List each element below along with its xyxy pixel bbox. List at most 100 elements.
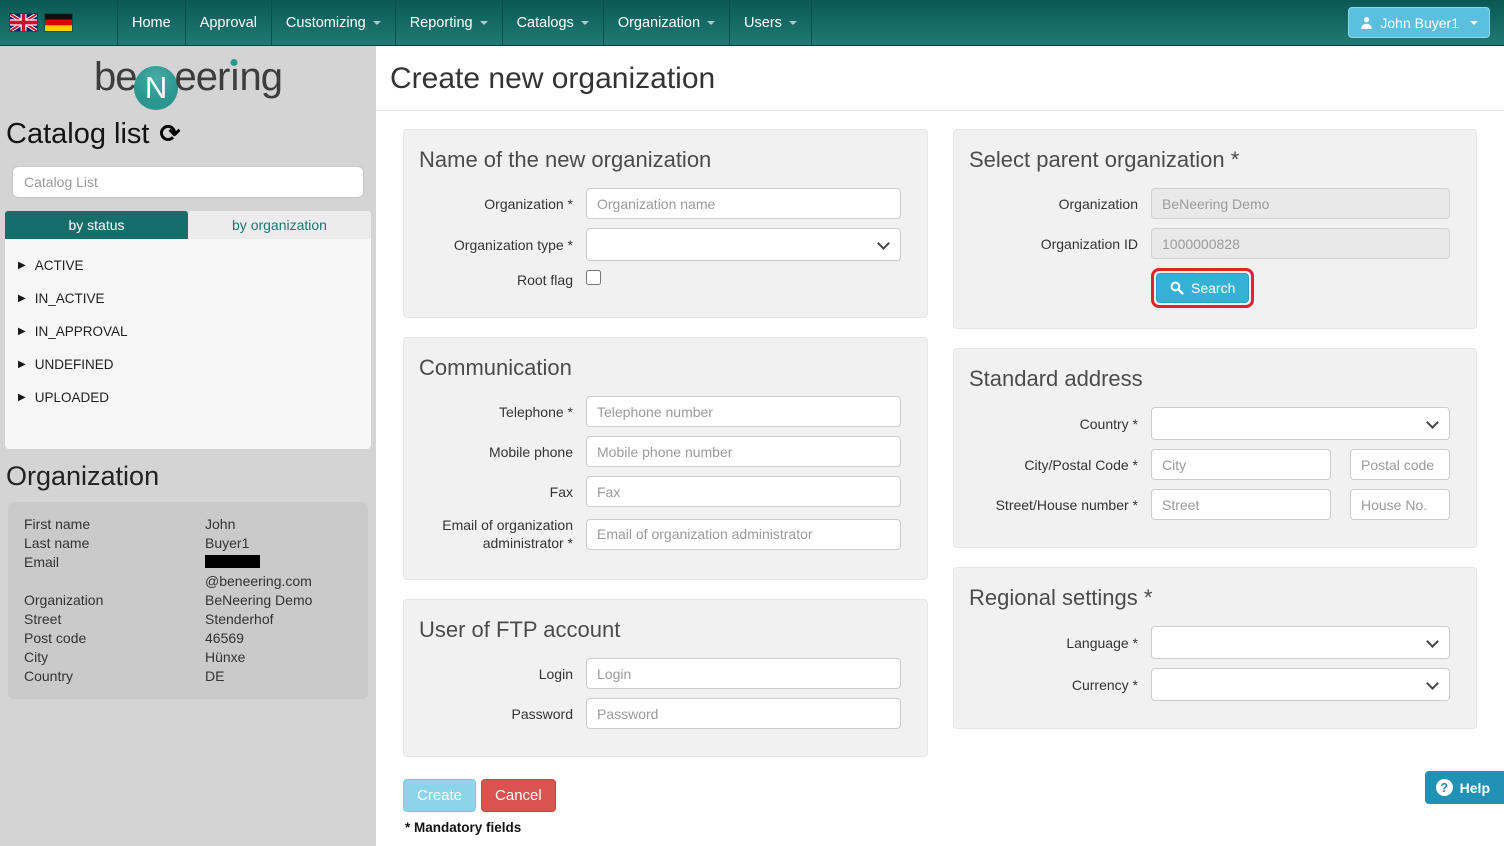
tab-by-status[interactable]: by status: [5, 211, 188, 239]
nav-item-label: Catalogs: [517, 15, 574, 31]
status-item-active[interactable]: ▶ACTIVE: [18, 258, 371, 273]
nav-item-users[interactable]: Users: [729, 0, 811, 45]
nav-item-label: Customizing: [286, 15, 366, 31]
user-name: John Buyer1: [1380, 15, 1459, 31]
country-select[interactable]: [1151, 407, 1450, 440]
nav-item-label: Approval: [200, 15, 257, 31]
organization-name-input[interactable]: [586, 188, 901, 219]
help-button[interactable]: ? Help: [1425, 771, 1504, 804]
postal-code-input[interactable]: [1350, 449, 1450, 480]
triangle-right-icon: ▶: [18, 392, 26, 403]
status-item-uploaded[interactable]: ▶UPLOADED: [18, 390, 371, 405]
triangle-right-icon: ▶: [18, 326, 26, 337]
city-postal-label: City/Postal Code *: [966, 456, 1151, 474]
nav-item-catalogs[interactable]: Catalogs: [502, 0, 603, 45]
telephone-input[interactable]: [586, 396, 901, 427]
main-menu: Home Approval Customizing Reporting Cata…: [117, 0, 812, 45]
organization-section-title: Organization: [0, 449, 376, 500]
organization-type-select[interactable]: [586, 228, 901, 261]
org-info-row: StreetStenderhof: [24, 610, 352, 629]
parent-org-id-input: [1151, 228, 1450, 259]
mobile-phone-input[interactable]: [586, 436, 901, 467]
parent-org-input: [1151, 188, 1450, 219]
org-info-row: CityHünxe: [24, 648, 352, 667]
fax-input[interactable]: [586, 476, 901, 507]
help-label: Help: [1460, 780, 1490, 796]
nav-item-reporting[interactable]: Reporting: [395, 0, 502, 45]
logo-text: eer: [175, 55, 230, 99]
nav-item-label: Reporting: [410, 15, 473, 31]
user-menu-button[interactable]: John Buyer1: [1348, 7, 1490, 38]
mandatory-fields-note: * Mandatory fields: [403, 820, 928, 835]
root-flag-label: Root flag: [416, 271, 586, 289]
admin-email-input[interactable]: [586, 519, 901, 550]
germany-flag-icon[interactable]: [45, 14, 72, 31]
standard-address-panel: Standard address Country * City/Postal C…: [953, 348, 1477, 548]
currency-label: Currency *: [966, 676, 1151, 694]
language-switcher: [0, 0, 117, 45]
chevron-down-icon: [581, 21, 589, 25]
logo-text: be: [94, 55, 137, 99]
user-icon: [1360, 16, 1373, 29]
triangle-right-icon: ▶: [18, 359, 26, 370]
house-number-input[interactable]: [1350, 489, 1450, 520]
catalog-search-input[interactable]: [12, 166, 364, 198]
nav-item-home[interactable]: Home: [117, 0, 185, 45]
status-item-in-active[interactable]: ▶IN_ACTIVE: [18, 291, 371, 306]
organization-info-panel: First nameJohn Last nameBuyer1 Email@ben…: [8, 502, 368, 699]
logo-text: ng: [239, 55, 282, 99]
catalog-list-title: Catalog list: [6, 118, 149, 151]
telephone-label: Telephone *: [416, 403, 586, 421]
section-title: Communication: [419, 355, 901, 381]
nav-item-customizing[interactable]: Customizing: [271, 0, 395, 45]
ftp-password-input[interactable]: [586, 698, 901, 729]
root-flag-checkbox[interactable]: [586, 270, 601, 285]
nav-item-label: Users: [744, 15, 782, 31]
nav-item-label: Home: [132, 15, 171, 31]
organization-name-label: Organization *: [416, 195, 586, 213]
section-title: Standard address: [969, 366, 1450, 392]
top-navbar: Home Approval Customizing Reporting Cata…: [0, 0, 1504, 46]
page-title: Create new organization: [390, 62, 1504, 96]
catalog-tabs: by status by organization: [5, 211, 371, 239]
beneering-logo: beNeerıng: [0, 46, 376, 110]
chevron-down-icon: [373, 21, 381, 25]
logo-i-dot: [231, 59, 238, 66]
tab-by-organization[interactable]: by organization: [188, 211, 371, 239]
org-info-row: First nameJohn: [24, 515, 352, 534]
org-info-row: OrganizationBeNeering Demo: [24, 591, 352, 610]
nav-item-approval[interactable]: Approval: [185, 0, 271, 45]
search-parent-org-button[interactable]: Search: [1156, 273, 1249, 303]
cancel-button[interactable]: Cancel: [481, 779, 556, 812]
org-info-row: Email@beneering.com: [24, 553, 352, 591]
org-info-row: Last nameBuyer1: [24, 534, 352, 553]
section-title: User of FTP account: [419, 617, 901, 643]
refresh-icon[interactable]: ⟳: [159, 122, 180, 147]
parent-org-label: Organization: [966, 195, 1151, 213]
org-info-row: Post code46569: [24, 629, 352, 648]
ftp-login-input[interactable]: [586, 658, 901, 689]
fax-label: Fax: [416, 483, 586, 501]
redacted-email: [205, 555, 260, 568]
chevron-down-icon: [707, 21, 715, 25]
ftp-password-label: Password: [416, 705, 586, 723]
status-item-in-approval[interactable]: ▶IN_APPROVAL: [18, 324, 371, 339]
ftp-account-panel: User of FTP account Login Password: [403, 599, 928, 757]
logo-text: ı: [229, 53, 239, 101]
ftp-login-label: Login: [416, 665, 586, 683]
street-input[interactable]: [1151, 489, 1331, 520]
nav-item-organization[interactable]: Organization: [603, 0, 729, 45]
annotation-highlight-ring: Search: [1151, 268, 1254, 308]
logo-n-circle: N: [134, 66, 178, 110]
name-section-panel: Name of the new organization Organizatio…: [403, 129, 928, 318]
admin-email-label: Email of organization administrator *: [416, 516, 586, 552]
city-input[interactable]: [1151, 449, 1331, 480]
help-circle-icon: ?: [1436, 779, 1453, 796]
catalog-status-list: ▶ACTIVE ▶IN_ACTIVE ▶IN_APPROVAL ▶UNDEFIN…: [5, 239, 371, 449]
status-item-undefined[interactable]: ▶UNDEFINED: [18, 357, 371, 372]
language-select[interactable]: [1151, 626, 1450, 659]
currency-select[interactable]: [1151, 668, 1450, 701]
create-button[interactable]: Create: [403, 779, 476, 812]
organization-type-label: Organization type *: [416, 236, 586, 254]
uk-flag-icon[interactable]: [10, 14, 37, 31]
